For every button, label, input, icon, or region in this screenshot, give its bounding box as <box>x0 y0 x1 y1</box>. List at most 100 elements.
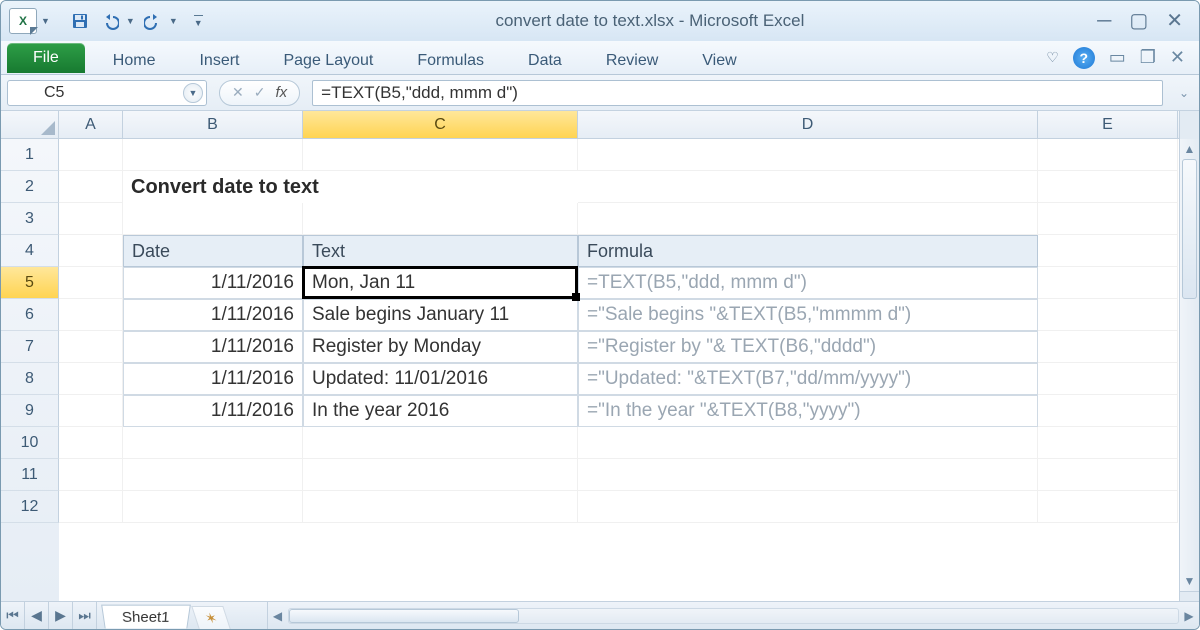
table-header-date: Date <box>123 235 303 267</box>
row-header-7[interactable]: 7 <box>1 331 59 363</box>
formula-bar-expand-icon[interactable]: ⌄ <box>1175 86 1193 100</box>
window-title: convert date to text.xlsx - Microsoft Ex… <box>203 11 1097 31</box>
qat-app-menu-caret[interactable]: ▼ <box>41 16 50 26</box>
document-filename: convert date to text.xlsx <box>495 11 674 30</box>
redo-icon[interactable] <box>141 9 165 33</box>
row-header-2[interactable]: 2 <box>1 171 59 203</box>
sheet-nav-prev-icon[interactable]: ◀ <box>25 602 49 629</box>
maximize-icon[interactable]: ▢ <box>1129 11 1148 31</box>
hscroll-left-icon[interactable]: ◀ <box>268 609 288 623</box>
cell-c6: Sale begins January 11 <box>303 299 578 331</box>
close-icon[interactable]: ✕ <box>1166 11 1183 31</box>
cell-b5: 1/11/2016 <box>123 267 303 299</box>
vscroll-split-box[interactable] <box>1180 591 1199 601</box>
hscroll-right-icon[interactable]: ▶ <box>1179 609 1199 623</box>
tab-file[interactable]: File <box>7 43 85 73</box>
cell-c9: In the year 2016 <box>303 395 578 427</box>
tab-home[interactable]: Home <box>91 41 178 74</box>
cell-b7: 1/11/2016 <box>123 331 303 363</box>
excel-logo[interactable]: X <box>9 8 37 34</box>
sheet-nav-next-icon[interactable]: ▶ <box>49 602 73 629</box>
cell-c5: Mon, Jan 11 <box>303 267 578 299</box>
mdi-close-icon[interactable]: ✕ <box>1170 47 1185 68</box>
vscroll-down-icon[interactable]: ▼ <box>1180 571 1199 591</box>
formula-bar-value: =TEXT(B5,"ddd, mmm d") <box>321 83 518 103</box>
col-header-d[interactable]: D <box>578 111 1038 138</box>
window-controls: ─ ▢ ✕ <box>1097 11 1183 31</box>
row-header-10[interactable]: 10 <box>1 427 59 459</box>
row-header-11[interactable]: 11 <box>1 459 59 491</box>
name-box-dropdown-icon[interactable]: ▼ <box>183 83 203 103</box>
sheet-nav-last-icon[interactable]: ⏭ <box>73 602 97 629</box>
row-headers: 1 2 3 4 5 6 7 8 9 10 11 12 <box>1 139 59 601</box>
cell-d8: ="Updated: "&TEXT(B7,"dd/mm/yyyy") <box>578 363 1038 395</box>
enter-formula-icon: ✓ <box>254 84 266 101</box>
title-bar: X ▼ ▼ ▼ ▼ convert date to text.xlsx - Mi… <box>1 1 1199 41</box>
cell-d6: ="Sale begins "&TEXT(B5,"mmmm d") <box>578 299 1038 331</box>
formula-bar-row: C5 ▼ ✕ ✓ fx =TEXT(B5,"ddd, mmm d") ⌄ <box>1 75 1199 111</box>
save-icon[interactable] <box>68 9 92 33</box>
formula-bar[interactable]: =TEXT(B5,"ddd, mmm d") <box>312 80 1163 106</box>
cell-b8: 1/11/2016 <box>123 363 303 395</box>
undo-caret-icon[interactable]: ▼ <box>126 16 135 26</box>
row-header-1[interactable]: 1 <box>1 139 59 171</box>
select-all-corner[interactable] <box>1 111 59 138</box>
col-header-e[interactable]: E <box>1038 111 1178 138</box>
mdi-minimize-icon[interactable]: ▭ <box>1109 47 1126 68</box>
row-header-6[interactable]: 6 <box>1 299 59 331</box>
tab-review[interactable]: Review <box>584 41 680 74</box>
minimize-icon[interactable]: ─ <box>1097 11 1111 31</box>
row-header-9[interactable]: 9 <box>1 395 59 427</box>
cell-c7: Register by Monday <box>303 331 578 363</box>
tab-insert[interactable]: Insert <box>177 41 261 74</box>
undo-icon[interactable] <box>98 9 122 33</box>
sheet-tab-active[interactable]: Sheet1 <box>101 605 190 629</box>
name-box[interactable]: C5 ▼ <box>7 80 207 106</box>
tab-view[interactable]: View <box>680 41 758 74</box>
vscroll-track[interactable] <box>1180 159 1199 571</box>
cell-b6: 1/11/2016 <box>123 299 303 331</box>
cell-d5: =TEXT(B5,"ddd, mmm d") <box>578 267 1038 299</box>
ribbon-heart-icon[interactable]: ♡ <box>1046 49 1059 66</box>
fx-icon[interactable]: fx <box>275 84 287 101</box>
row-header-4[interactable]: 4 <box>1 235 59 267</box>
sheet-tab-bar: ⏮ ◀ ▶ ⏭ Sheet1 ✶ ◀ ▶ <box>1 601 1199 629</box>
col-header-c[interactable]: C <box>303 111 578 138</box>
horizontal-scrollbar[interactable]: ◀ ▶ <box>267 602 1199 629</box>
row-header-8[interactable]: 8 <box>1 363 59 395</box>
row-header-5[interactable]: 5 <box>1 267 59 299</box>
tab-formulas[interactable]: Formulas <box>395 41 506 74</box>
tab-data[interactable]: Data <box>506 41 584 74</box>
table-header-text: Text <box>303 235 578 267</box>
vscroll-thumb[interactable] <box>1182 159 1197 299</box>
sheet-nav-first-icon[interactable]: ⏮ <box>1 602 25 629</box>
table-header-formula: Formula <box>578 235 1038 267</box>
app-name: Microsoft Excel <box>689 11 804 30</box>
row-header-12[interactable]: 12 <box>1 491 59 523</box>
quick-access-toolbar: X ▼ ▼ ▼ ▼ <box>9 8 203 34</box>
hscroll-thumb[interactable] <box>289 609 519 623</box>
cell-d7: ="Register by "& TEXT(B6,"dddd") <box>578 331 1038 363</box>
app-window: X ▼ ▼ ▼ ▼ convert date to text.xlsx - Mi… <box>0 0 1200 630</box>
formula-fx-group: ✕ ✓ fx <box>219 80 300 106</box>
customize-qat-icon[interactable]: ▼ <box>194 15 203 28</box>
vscroll-split-top[interactable] <box>1179 111 1199 139</box>
tab-page-layout[interactable]: Page Layout <box>261 41 395 74</box>
cells[interactable]: Convert date to text Date Text Formula <box>59 139 1179 601</box>
name-box-value: C5 <box>44 84 64 102</box>
vertical-scrollbar[interactable]: ▲ ▼ <box>1179 139 1199 601</box>
sheet-title: Convert date to text <box>123 171 578 203</box>
redo-caret-icon[interactable]: ▼ <box>169 16 178 26</box>
grid-area: A B C D E 1 2 3 4 5 6 7 8 9 10 11 <box>1 111 1199 601</box>
col-header-b[interactable]: B <box>123 111 303 138</box>
new-sheet-icon[interactable]: ✶ <box>191 606 230 629</box>
cell-d9: ="In the year "&TEXT(B8,"yyyy") <box>578 395 1038 427</box>
hscroll-track[interactable] <box>288 608 1179 624</box>
row-header-3[interactable]: 3 <box>1 203 59 235</box>
help-icon[interactable]: ? <box>1073 47 1095 69</box>
mdi-restore-icon[interactable]: ❐ <box>1140 47 1156 68</box>
cell-b9: 1/11/2016 <box>123 395 303 427</box>
vscroll-up-icon[interactable]: ▲ <box>1180 139 1199 159</box>
ribbon: File Home Insert Page Layout Formulas Da… <box>1 41 1199 75</box>
col-header-a[interactable]: A <box>59 111 123 138</box>
